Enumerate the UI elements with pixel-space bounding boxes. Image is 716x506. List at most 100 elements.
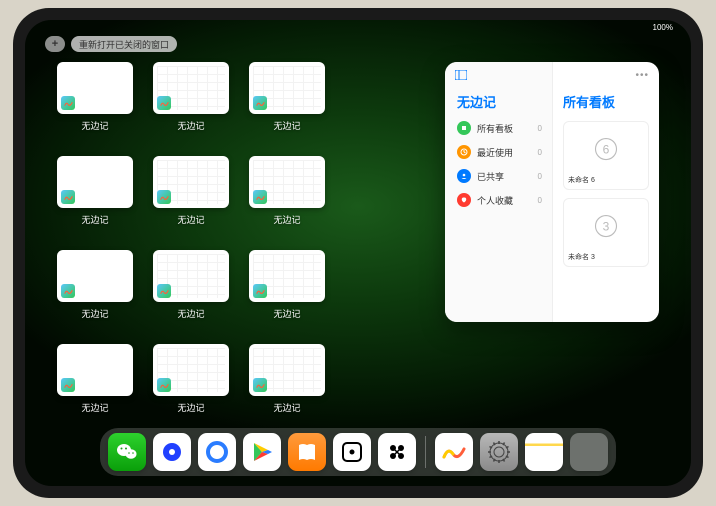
sidebar-item-icon bbox=[457, 169, 471, 183]
ipad-device: 100% + 重新打开已关闭的窗口 无边记无边记无边记无边记无边记无边记无边记无… bbox=[13, 8, 703, 498]
tile-thumbnail bbox=[57, 344, 133, 396]
freeform-app-icon bbox=[157, 378, 171, 392]
board-card[interactable]: 3 未命名 3 bbox=[563, 198, 649, 267]
freeform-app-icon bbox=[253, 190, 267, 204]
dock-app-books[interactable] bbox=[288, 433, 326, 471]
sidebar-item-count: 0 bbox=[538, 124, 542, 133]
svg-text:6: 6 bbox=[603, 143, 610, 157]
app-switcher-grid: 无边记无边记无边记无边记无边记无边记无边记无边记无边记无边记无边记无边记 bbox=[57, 62, 421, 424]
dock-app-notes[interactable] bbox=[525, 433, 563, 471]
tile-thumbnail bbox=[57, 62, 133, 114]
sidebar-item-count: 0 bbox=[538, 196, 542, 205]
freeform-app-card[interactable]: ••• 无边记 所有看板 0 最近使用 0 已共享 0 个人收藏 0 所有看板 6 未命名 6 3… bbox=[445, 62, 659, 322]
dock bbox=[100, 428, 616, 476]
tile-thumbnail bbox=[57, 250, 133, 302]
tile-label: 无边记 bbox=[177, 213, 204, 226]
tile-label: 无边记 bbox=[177, 401, 204, 414]
boards-column: 所有看板 6 未命名 6 3 未命名 3 bbox=[553, 62, 659, 322]
statusbar: 100% bbox=[25, 20, 691, 34]
board-name: 未命名 6 bbox=[568, 175, 644, 185]
tile-thumbnail bbox=[153, 156, 229, 208]
dock-app-dice[interactable] bbox=[333, 433, 371, 471]
sidebar-item-label: 个人收藏 bbox=[477, 194, 513, 207]
tile-label: 无边记 bbox=[81, 119, 108, 132]
tile-thumbnail bbox=[153, 250, 229, 302]
dock-app-library[interactable] bbox=[570, 433, 608, 471]
app-window-tile[interactable]: 无边记 bbox=[249, 250, 325, 330]
tile-thumbnail bbox=[57, 156, 133, 208]
dock-app-quark[interactable] bbox=[153, 433, 191, 471]
sidebar-item-label: 已共享 bbox=[477, 170, 504, 183]
tile-thumbnail bbox=[153, 344, 229, 396]
sidebar-item[interactable]: 所有看板 0 bbox=[457, 121, 542, 135]
freeform-app-icon bbox=[61, 190, 75, 204]
board-card[interactable]: 6 未命名 6 bbox=[563, 121, 649, 190]
reopen-closed-window-button[interactable]: 重新打开已关闭的窗口 bbox=[71, 36, 177, 52]
tile-label: 无边记 bbox=[81, 401, 108, 414]
top-controls: + 重新打开已关闭的窗口 bbox=[45, 36, 177, 52]
freeform-app-icon bbox=[61, 96, 75, 110]
sidebar-item-label: 所有看板 bbox=[477, 122, 513, 135]
dock-app-connect[interactable] bbox=[378, 433, 416, 471]
card-sidebar: 无边记 所有看板 0 最近使用 0 已共享 0 个人收藏 0 bbox=[445, 62, 553, 322]
new-window-button[interactable]: + bbox=[45, 36, 65, 52]
sidebar-item-icon bbox=[457, 121, 471, 135]
freeform-app-icon bbox=[61, 284, 75, 298]
app-window-tile[interactable]: 无边记 bbox=[57, 250, 133, 330]
board-name: 未命名 3 bbox=[568, 252, 644, 262]
sidebar-toggle-icon[interactable] bbox=[455, 70, 467, 83]
app-window-tile[interactable]: 无边记 bbox=[249, 62, 325, 142]
sidebar-item[interactable]: 个人收藏 0 bbox=[457, 193, 542, 207]
tile-label: 无边记 bbox=[81, 307, 108, 320]
status-right: 100% bbox=[653, 23, 673, 32]
dock-app-qqbrowser[interactable] bbox=[198, 433, 236, 471]
app-window-tile[interactable]: 无边记 bbox=[153, 156, 229, 236]
freeform-app-icon bbox=[253, 378, 267, 392]
tile-label: 无边记 bbox=[273, 401, 300, 414]
tile-thumbnail bbox=[249, 156, 325, 208]
app-window-tile[interactable]: 无边记 bbox=[249, 344, 325, 424]
app-window-tile[interactable]: 无边记 bbox=[57, 62, 133, 142]
freeform-app-icon bbox=[157, 284, 171, 298]
boards-title: 所有看板 bbox=[563, 92, 649, 111]
dock-app-settings[interactable] bbox=[480, 433, 518, 471]
sidebar-title: 无边记 bbox=[457, 92, 542, 111]
tile-thumbnail bbox=[249, 344, 325, 396]
freeform-app-icon bbox=[61, 378, 75, 392]
sidebar-item-label: 最近使用 bbox=[477, 146, 513, 159]
content-area: 无边记无边记无边记无边记无边记无边记无边记无边记无边记无边记无边记无边记 •••… bbox=[57, 62, 659, 424]
app-window-tile[interactable]: 无边记 bbox=[153, 344, 229, 424]
dock-app-freeform[interactable] bbox=[435, 433, 473, 471]
sidebar-item-icon bbox=[457, 145, 471, 159]
freeform-app-icon bbox=[253, 284, 267, 298]
more-icon[interactable]: ••• bbox=[635, 70, 649, 81]
tile-label: 无边记 bbox=[273, 213, 300, 226]
tile-thumbnail bbox=[249, 62, 325, 114]
dock-app-wechat[interactable] bbox=[108, 433, 146, 471]
sidebar-item[interactable]: 最近使用 0 bbox=[457, 145, 542, 159]
sidebar-item-count: 0 bbox=[538, 148, 542, 157]
app-window-tile[interactable]: 无边记 bbox=[153, 250, 229, 330]
freeform-app-icon bbox=[253, 96, 267, 110]
board-preview: 3 bbox=[568, 203, 644, 249]
tile-label: 无边记 bbox=[177, 307, 204, 320]
svg-text:3: 3 bbox=[603, 220, 610, 234]
tile-label: 无边记 bbox=[273, 119, 300, 132]
app-window-tile[interactable]: 无边记 bbox=[57, 344, 133, 424]
tile-thumbnail bbox=[153, 62, 229, 114]
sidebar-item-icon bbox=[457, 193, 471, 207]
freeform-app-icon bbox=[157, 96, 171, 110]
tile-label: 无边记 bbox=[81, 213, 108, 226]
app-window-tile[interactable]: 无边记 bbox=[153, 62, 229, 142]
tile-label: 无边记 bbox=[177, 119, 204, 132]
app-window-tile[interactable]: 无边记 bbox=[57, 156, 133, 236]
app-window-tile[interactable]: 无边记 bbox=[249, 156, 325, 236]
sidebar-item[interactable]: 已共享 0 bbox=[457, 169, 542, 183]
screen: 100% + 重新打开已关闭的窗口 无边记无边记无边记无边记无边记无边记无边记无… bbox=[25, 20, 691, 486]
dock-app-play[interactable] bbox=[243, 433, 281, 471]
sidebar-item-count: 0 bbox=[538, 172, 542, 181]
tile-label: 无边记 bbox=[273, 307, 300, 320]
tile-thumbnail bbox=[249, 250, 325, 302]
board-preview: 6 bbox=[568, 126, 644, 172]
freeform-app-icon bbox=[157, 190, 171, 204]
